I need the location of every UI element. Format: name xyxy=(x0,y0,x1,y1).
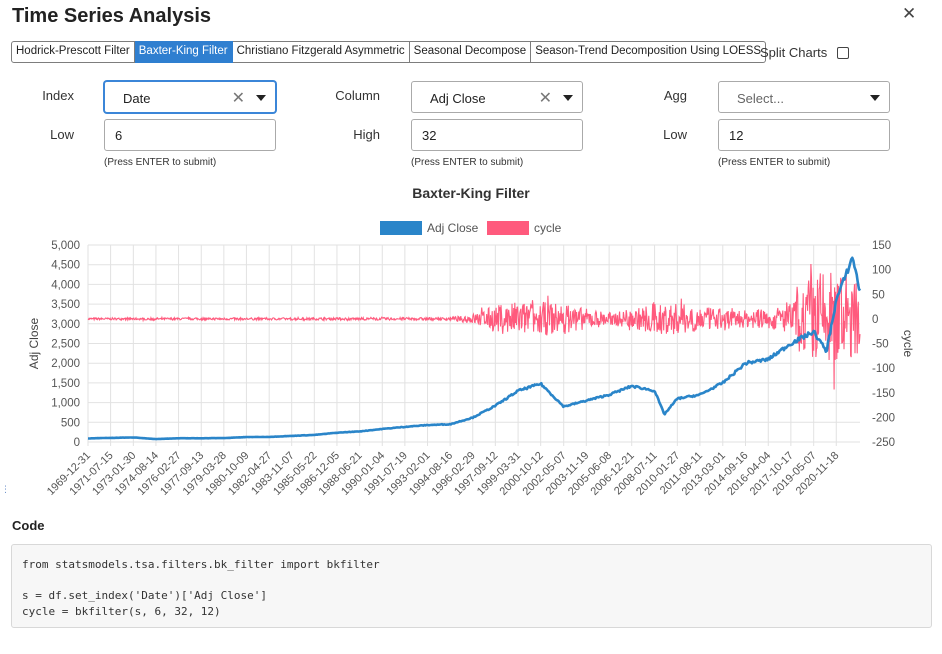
column-select-value: Adj Close xyxy=(430,91,486,106)
page-title: Time Series Analysis xyxy=(12,5,212,27)
chevron-down-icon[interactable] xyxy=(563,95,573,101)
k-hint: (Press ENTER to submit) xyxy=(718,157,831,168)
legend-label-cycle: cycle xyxy=(534,221,562,235)
resize-handle[interactable]: ⋮ xyxy=(1,484,10,495)
agg-select[interactable]: Select... xyxy=(718,81,890,113)
y-tick-label: 5,000 xyxy=(51,240,80,252)
filter-tabs: Hodrick-Prescott Filter Baxter-King Filt… xyxy=(11,41,767,63)
split-charts-label: Split Charts xyxy=(760,45,828,60)
y2-tick-label: 100 xyxy=(872,265,891,277)
tab-stl[interactable]: Season-Trend Decomposition Using LOESS xyxy=(531,41,767,63)
legend-swatch-cycle xyxy=(487,221,529,235)
index-select[interactable]: Date ✕ xyxy=(104,81,276,113)
y-tick-label: 2,500 xyxy=(51,339,80,351)
high-hint: (Press ENTER to submit) xyxy=(411,157,524,168)
y2-tick-label: 0 xyxy=(872,314,878,326)
low-input[interactable]: 6 xyxy=(104,119,276,151)
low-hint: (Press ENTER to submit) xyxy=(104,157,217,168)
high-label: High xyxy=(353,127,380,142)
index-label: Index xyxy=(42,88,74,103)
chart-title: Baxter-King Filter xyxy=(412,185,530,201)
close-icon[interactable]: ✕ xyxy=(902,4,916,24)
y-axis-label: Adj Close xyxy=(27,317,41,369)
y2-tick-label: -250 xyxy=(872,437,895,449)
y-tick-label: 2,000 xyxy=(51,358,80,370)
agg-label: Agg xyxy=(663,88,687,103)
y-tick-label: 1,000 xyxy=(51,398,80,410)
code-title: Code xyxy=(12,518,45,533)
chevron-down-icon[interactable] xyxy=(870,95,880,101)
y2-axis-label: cycle xyxy=(901,330,915,358)
y-tick-label: 1,500 xyxy=(51,378,80,390)
high-input[interactable]: 32 xyxy=(411,119,583,151)
clear-icon[interactable]: ✕ xyxy=(232,88,245,108)
y2-tick-label: 50 xyxy=(872,289,885,301)
column-select[interactable]: Adj Close ✕ xyxy=(411,81,583,113)
y-tick-label: 500 xyxy=(61,417,80,429)
tab-seasonal-decompose[interactable]: Seasonal Decompose xyxy=(409,41,532,63)
chevron-down-icon[interactable] xyxy=(256,95,266,101)
index-select-value: Date xyxy=(123,91,151,106)
y2-tick-label: -100 xyxy=(872,363,895,375)
legend-swatch-adj-close xyxy=(380,221,422,235)
y-tick-label: 3,500 xyxy=(51,299,80,311)
low-label: Low xyxy=(50,127,74,142)
code-block: from statsmodels.tsa.filters.bk_filter i… xyxy=(11,544,932,628)
tab-hodrick-prescott[interactable]: Hodrick-Prescott Filter xyxy=(11,41,135,63)
k-input[interactable]: 12 xyxy=(718,119,890,151)
y-tick-label: 4,000 xyxy=(51,279,80,291)
baxter-king-chart[interactable]: Baxter-King FilterAdj Close cycle05001,00… xyxy=(0,180,942,510)
y-tick-label: 0 xyxy=(74,437,80,449)
y2-tick-label: -150 xyxy=(872,388,895,400)
y2-tick-label: -200 xyxy=(872,412,895,424)
y2-tick-label: -50 xyxy=(872,339,889,351)
tab-christiano-fitzgerald[interactable]: Christiano Fitzgerald Asymmetric xyxy=(232,41,410,63)
y-tick-label: 3,000 xyxy=(51,319,80,331)
agg-select-placeholder: Select... xyxy=(737,91,784,106)
series-line-adj-close xyxy=(87,256,862,441)
y-tick-label: 4,500 xyxy=(51,260,80,272)
chart-container: Baxter-King Filter Adj Close cycle 0 500 1,00… xyxy=(0,180,942,510)
k-label: Low xyxy=(663,127,687,142)
column-label: Column xyxy=(335,88,380,103)
y2-tick-label: 150 xyxy=(872,240,891,252)
clear-icon[interactable]: ✕ xyxy=(539,88,552,108)
split-charts-checkbox[interactable] xyxy=(837,47,849,59)
legend-label-adj-close: Adj Close xyxy=(427,221,479,235)
tab-baxter-king[interactable]: Baxter-King Filter xyxy=(134,41,233,63)
series-line-cycle xyxy=(87,263,861,390)
